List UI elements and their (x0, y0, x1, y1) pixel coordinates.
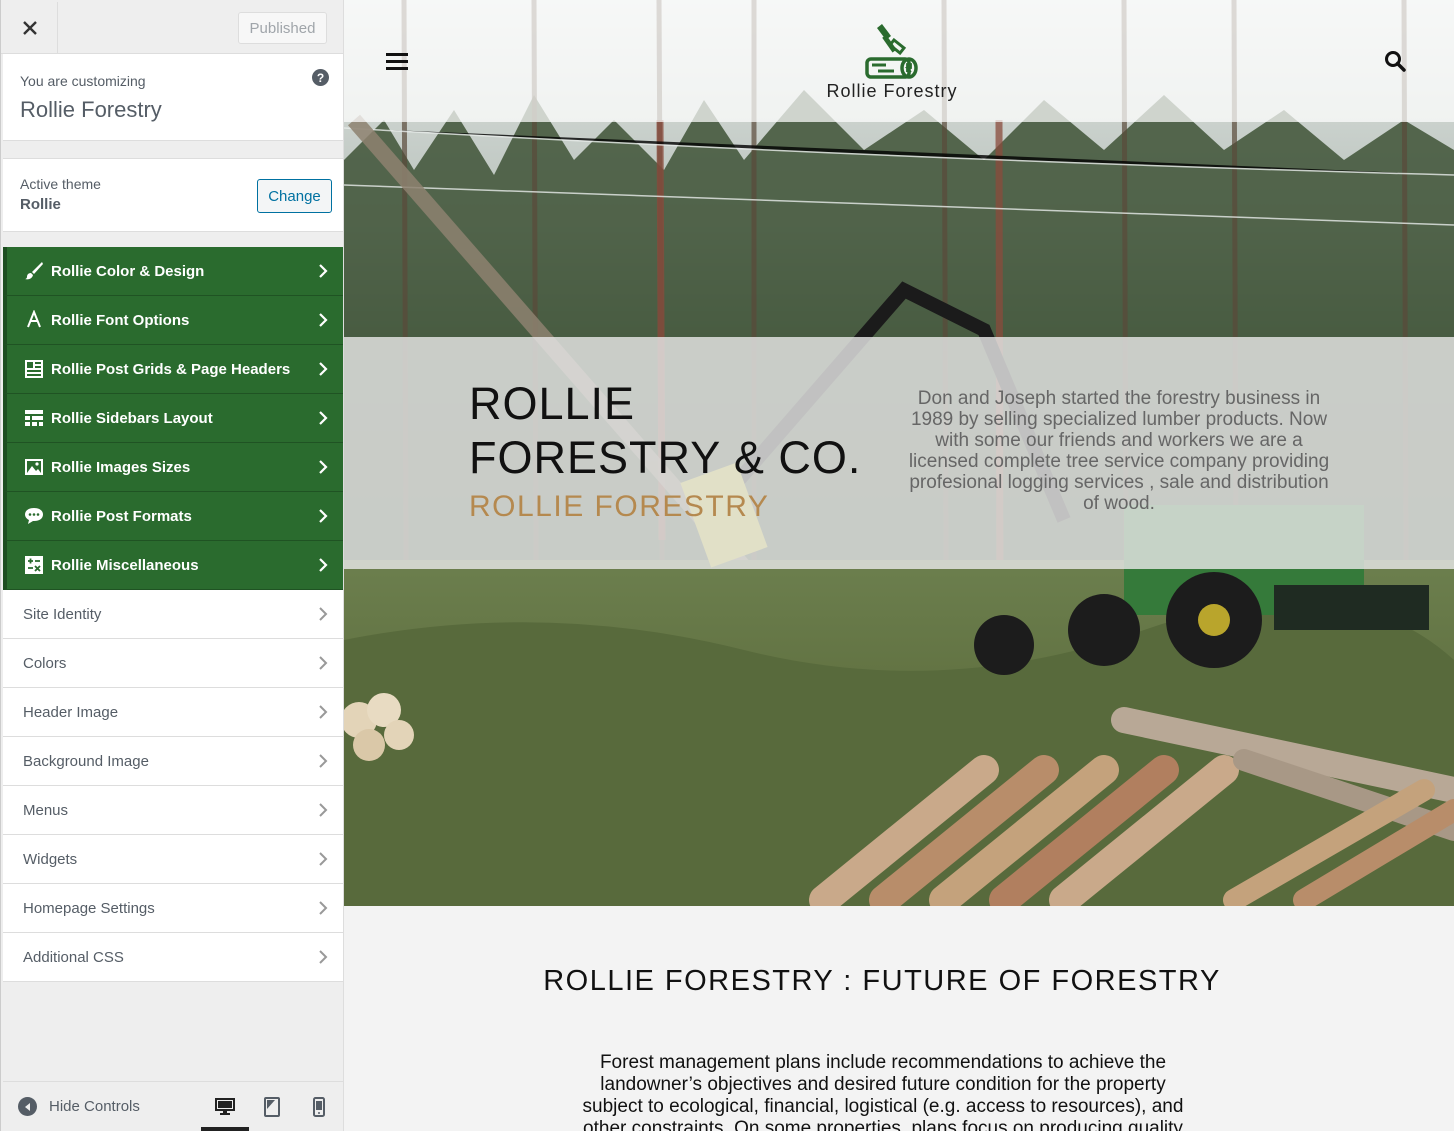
section-rollie-miscellaneous[interactable]: Rollie Miscellaneous (3, 541, 343, 590)
arrow-left-circle-icon (18, 1097, 37, 1116)
section-rollie-font-options[interactable]: Rollie Font Options (3, 296, 343, 345)
section-header-image[interactable]: Header Image (3, 688, 343, 737)
tablet-preview-button[interactable] (258, 1093, 286, 1121)
section-label: Rollie Color & Design (51, 262, 205, 280)
section-additional-css[interactable]: Additional CSS (3, 933, 343, 982)
section-label: Rollie Images Sizes (51, 458, 191, 476)
sidebar-layout-icon (25, 410, 43, 426)
chevron-right-icon (319, 558, 328, 572)
section-label: Background Image (23, 752, 149, 770)
chevron-right-icon (319, 901, 328, 915)
section-colors[interactable]: Colors (3, 639, 343, 688)
hide-controls-label: Hide Controls (49, 1098, 140, 1115)
hero-heading: ROLLIE FORESTRY & CO. (469, 378, 862, 483)
chevron-right-icon (319, 411, 328, 425)
section-heading: ROLLIE FORESTRY : FUTURE OF FORESTRY (543, 965, 1221, 997)
section-text: Forest management plans include recommen… (582, 1052, 1184, 1131)
section-rollie-sidebars-layout[interactable]: Rollie Sidebars Layout (3, 394, 343, 443)
customizing-label: You are customizing (20, 73, 146, 89)
hero-text-band: ROLLIE FORESTRY & CO. ROLLIE FORESTRY Do… (344, 337, 1454, 569)
section-label: Colors (23, 654, 67, 672)
section-rollie-color-design[interactable]: Rollie Color & Design (3, 247, 343, 296)
font-icon (27, 310, 41, 328)
section-menus[interactable]: Menus (3, 786, 343, 835)
hero-tagline: ROLLIE FORESTRY (469, 490, 770, 523)
section-label: Rollie Post Formats (51, 507, 192, 525)
section-label: Rollie Miscellaneous (51, 556, 199, 574)
chevron-right-icon (319, 754, 328, 768)
customizer-sidebar: Published You are customizing Rollie For… (0, 0, 344, 1131)
chevron-right-icon (319, 264, 328, 278)
section-label: Rollie Sidebars Layout (51, 409, 213, 427)
section-widgets[interactable]: Widgets (3, 835, 343, 884)
published-button[interactable]: Published (238, 12, 327, 44)
site-logo[interactable] (864, 22, 920, 80)
chevron-right-icon (319, 607, 328, 621)
mobile-icon (313, 1097, 325, 1117)
chevron-right-icon (319, 656, 328, 670)
section-label: Additional CSS (23, 948, 124, 966)
section-label: Homepage Settings (23, 899, 155, 917)
site-header: Rollie Forestry (344, 0, 1454, 122)
customizer-sections: Rollie Color & Design Rollie Font Option… (3, 247, 343, 982)
site-name: Rollie Forestry (20, 97, 162, 122)
chevron-right-icon (319, 852, 328, 866)
section-label: Menus (23, 801, 69, 819)
site-title[interactable]: Rollie Forestry (344, 81, 1440, 102)
active-theme-label: Active theme (20, 176, 101, 192)
hide-controls-button[interactable]: Hide Controls (18, 1097, 140, 1116)
image-icon (25, 459, 43, 475)
section-label: Site Identity (23, 605, 102, 623)
grid-layout-icon (25, 360, 43, 378)
customizer-topbar: Published (1, 0, 343, 54)
chevron-right-icon (319, 313, 328, 327)
theme-name: Rollie (20, 196, 61, 213)
chevron-right-icon (319, 460, 328, 474)
site-preview: Rollie Forestry ROLLIE FORESTRY & CO. RO… (344, 0, 1454, 1131)
chat-bubble-icon (25, 508, 43, 524)
chevron-right-icon (319, 803, 328, 817)
close-icon (23, 20, 37, 35)
hamburger-menu-icon[interactable] (386, 52, 408, 70)
section-label: Widgets (23, 850, 78, 868)
mobile-preview-button[interactable] (305, 1093, 333, 1121)
chevron-right-icon (319, 362, 328, 376)
section-homepage-settings[interactable]: Homepage Settings (3, 884, 343, 933)
close-customizer-button[interactable] (3, 2, 58, 53)
chevron-right-icon (319, 705, 328, 719)
misc-icon (25, 556, 43, 574)
chevron-right-icon (319, 509, 328, 523)
section-site-identity[interactable]: Site Identity (3, 590, 343, 639)
section-rollie-images-sizes[interactable]: Rollie Images Sizes (3, 443, 343, 492)
change-theme-button[interactable]: Change (257, 179, 332, 213)
customizer-footer: Hide Controls (3, 1081, 343, 1131)
tablet-icon (264, 1097, 280, 1117)
section-rollie-post-grids[interactable]: Rollie Post Grids & Page Headers (3, 345, 343, 394)
chevron-right-icon (319, 950, 328, 964)
desktop-preview-button[interactable] (211, 1093, 239, 1121)
section-label: Header Image (23, 703, 119, 721)
active-device-indicator (201, 1127, 249, 1131)
hero-section: Rollie Forestry ROLLIE FORESTRY & CO. RO… (344, 0, 1454, 906)
help-icon[interactable]: ? (312, 69, 329, 86)
desktop-icon (215, 1098, 235, 1115)
section-label: Rollie Post Grids & Page Headers (51, 360, 291, 378)
search-icon[interactable] (1384, 50, 1406, 72)
active-theme-panel: Active theme Rollie Change (3, 158, 343, 232)
section-label: Rollie Font Options (51, 311, 190, 329)
section-background-image[interactable]: Background Image (3, 737, 343, 786)
brush-icon (25, 262, 43, 280)
section-rollie-post-formats[interactable]: Rollie Post Formats (3, 492, 343, 541)
customizer-app: Published You are customizing Rollie For… (0, 0, 1454, 1131)
customizing-info: You are customizing Rollie Forestry ? (3, 54, 343, 141)
hero-description: Don and Joseph started the forestry busi… (908, 388, 1330, 514)
